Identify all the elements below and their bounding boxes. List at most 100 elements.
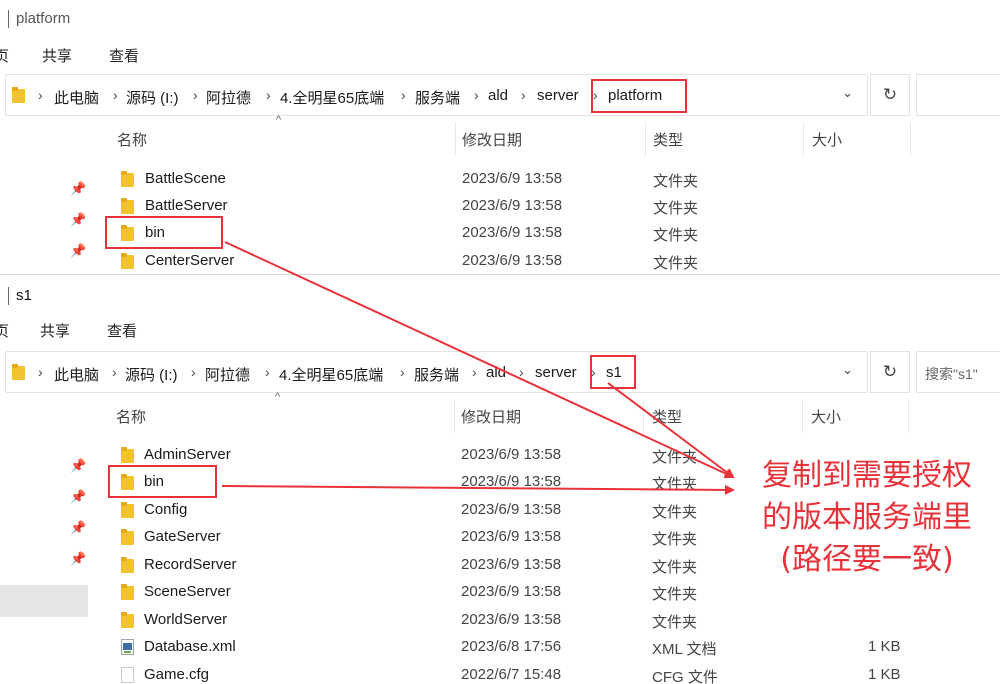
- column-header: 名称 修改日期 类型 大小: [0, 122, 1000, 156]
- breadcrumb-server-end[interactable]: 服务端: [415, 87, 460, 108]
- column-header-date[interactable]: 修改日期: [461, 406, 521, 427]
- folder-icon: [121, 198, 134, 214]
- breadcrumb-separator-icon: ›: [472, 364, 477, 380]
- chevron-down-icon[interactable]: ⌄: [842, 362, 853, 378]
- explorer-window-platform: platform 页 共享 查看 › 此电脑 › 源码 (I:) › 阿拉德 ›…: [0, 0, 1000, 274]
- folder-icon: [121, 447, 134, 463]
- file-name: AdminServer: [144, 446, 231, 463]
- breadcrumb-separator-icon: ›: [38, 364, 43, 380]
- breadcrumb-separator-icon: ›: [193, 87, 198, 103]
- folder-icon: [121, 502, 134, 518]
- chevron-down-icon[interactable]: ⌄: [842, 85, 853, 101]
- file-type: 文件夹: [652, 476, 698, 493]
- breadcrumb-server-end[interactable]: 服务端: [414, 364, 459, 385]
- file-size: 1 KB: [868, 638, 901, 655]
- ribbon-tab-view[interactable]: 查看: [109, 45, 139, 66]
- column-header-size[interactable]: 大小: [811, 406, 841, 427]
- file-type: 文件夹: [652, 586, 698, 603]
- list-item[interactable]: WorldServer 2023/6/9 13:58 文件夹: [0, 606, 1000, 633]
- folder-icon: [121, 253, 134, 269]
- breadcrumb-this-pc[interactable]: 此电脑: [54, 364, 99, 385]
- breadcrumb-server[interactable]: server: [537, 87, 579, 104]
- file-type: 文件夹: [653, 227, 699, 244]
- title-separator: [8, 10, 9, 28]
- column-divider[interactable]: [643, 399, 644, 433]
- list-item[interactable]: Database.xml 2023/6/8 17:56 XML 文档 1 KB: [0, 633, 1000, 660]
- ribbon-tab-share[interactable]: 共享: [40, 320, 70, 341]
- file-name: BattleServer: [145, 197, 228, 214]
- list-item[interactable]: Game.cfg 2022/6/7 15:48 CFG 文件 1 KB: [0, 661, 1000, 684]
- file-name: SceneServer: [144, 583, 231, 600]
- breadcrumb-allstar[interactable]: 4.全明星65底端: [280, 87, 384, 108]
- list-item[interactable]: SceneServer 2023/6/9 13:58 文件夹: [0, 578, 1000, 605]
- search-placeholder: 搜索"s1": [925, 366, 978, 382]
- title-bar: s1: [0, 277, 1000, 313]
- xml-file-icon: [121, 639, 134, 655]
- file-date: 2023/6/9 13:58: [461, 501, 562, 518]
- search-input[interactable]: [916, 74, 1000, 116]
- file-name: RecordServer: [144, 556, 237, 573]
- column-divider[interactable]: [910, 122, 911, 156]
- ribbon-tab-page[interactable]: 页: [0, 320, 9, 341]
- breadcrumb-drive[interactable]: 源码 (I:): [125, 364, 178, 385]
- list-item[interactable]: CenterServer 2023/6/9 13:58 文件夹: [0, 247, 1000, 274]
- highlight-box-platform: [591, 79, 687, 113]
- address-bar[interactable]: › 此电脑 › 源码 (I:) › 阿拉德 › 4.全明星65底端 › 服务端 …: [5, 351, 868, 393]
- list-item[interactable]: BattleServer 2023/6/9 13:58 文件夹: [0, 192, 1000, 219]
- highlight-box-s1: [590, 355, 636, 389]
- breadcrumb-ald[interactable]: ald: [486, 364, 506, 381]
- column-divider[interactable]: [645, 122, 646, 156]
- address-bar[interactable]: › 此电脑 › 源码 (I:) › 阿拉德 › 4.全明星65底端 › 服务端 …: [5, 74, 868, 116]
- file-type: 文件夹: [652, 449, 698, 466]
- ribbon-tabs: 页 共享 查看: [0, 40, 1000, 68]
- file-date: 2023/6/9 13:58: [462, 170, 563, 187]
- file-type: 文件夹: [652, 614, 698, 631]
- folder-icon: [121, 171, 134, 187]
- breadcrumb-allstar[interactable]: 4.全明星65底端: [279, 364, 383, 385]
- column-header-name[interactable]: 名称: [117, 129, 147, 150]
- file-name: BattleScene: [145, 170, 226, 187]
- breadcrumb-server[interactable]: server: [535, 364, 577, 381]
- file-date: 2023/6/9 13:58: [461, 473, 562, 490]
- breadcrumb-separator-icon: ›: [112, 364, 117, 380]
- breadcrumb-alade[interactable]: 阿拉德: [205, 364, 250, 385]
- column-header-name[interactable]: 名称: [116, 406, 146, 427]
- file-type: 文件夹: [652, 504, 698, 521]
- file-date: 2023/6/9 13:58: [461, 611, 562, 628]
- refresh-icon[interactable]: ↻: [870, 74, 910, 116]
- column-header-type[interactable]: 类型: [652, 406, 682, 427]
- column-header-date[interactable]: 修改日期: [462, 129, 522, 150]
- window-title: platform: [16, 10, 71, 27]
- column-divider[interactable]: [803, 122, 804, 156]
- breadcrumb-separator-icon: ›: [521, 87, 526, 103]
- file-type: 文件夹: [653, 173, 699, 190]
- column-header-type[interactable]: 类型: [653, 129, 683, 150]
- refresh-icon[interactable]: ↻: [870, 351, 910, 393]
- ribbon-tab-page[interactable]: 页: [0, 45, 9, 66]
- file-date: 2023/6/8 17:56: [461, 638, 562, 655]
- cfg-file-icon: [121, 667, 134, 683]
- annotation-text: 复制到需要授权 的版本服务端里 (路径要一致): [736, 455, 998, 581]
- column-divider[interactable]: [455, 122, 456, 156]
- breadcrumb-separator-icon: ›: [191, 364, 196, 380]
- ribbon-tab-share[interactable]: 共享: [42, 45, 72, 66]
- file-size: 1 KB: [868, 666, 901, 683]
- breadcrumb-separator-icon: ›: [519, 364, 524, 380]
- column-divider[interactable]: [802, 399, 803, 433]
- search-input[interactable]: 搜索"s1": [916, 351, 1000, 393]
- folder-icon: [12, 87, 25, 103]
- column-divider[interactable]: [454, 399, 455, 433]
- folder-icon: [121, 557, 134, 573]
- column-divider[interactable]: [908, 399, 909, 433]
- file-date: 2023/6/9 13:58: [462, 252, 563, 269]
- highlight-box-bin-source: [105, 216, 223, 249]
- breadcrumb-drive[interactable]: 源码 (I:): [126, 87, 179, 108]
- breadcrumb-alade[interactable]: 阿拉德: [206, 87, 251, 108]
- breadcrumb-ald[interactable]: ald: [488, 87, 508, 104]
- column-header: 名称 修改日期 类型 大小: [0, 399, 1000, 433]
- column-header-size[interactable]: 大小: [812, 129, 842, 150]
- folder-icon: [121, 584, 134, 600]
- ribbon-tab-view[interactable]: 查看: [107, 320, 137, 341]
- breadcrumb-this-pc[interactable]: 此电脑: [54, 87, 99, 108]
- list-item[interactable]: BattleScene 2023/6/9 13:58 文件夹: [0, 165, 1000, 192]
